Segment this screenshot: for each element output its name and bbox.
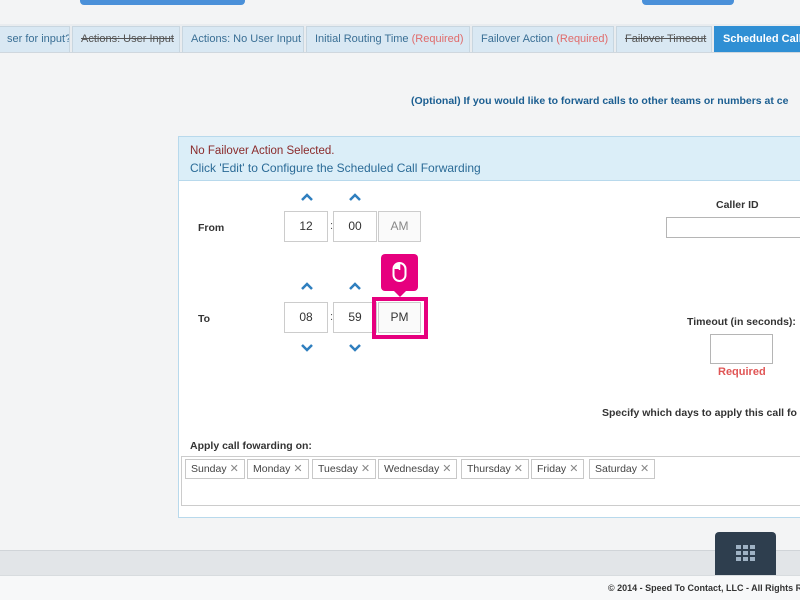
click-hint-tail [394, 291, 406, 297]
tab-failover-timeout[interactable]: Failover Timeout [616, 26, 712, 52]
day-chip-friday[interactable]: Friday ✕ [531, 459, 585, 479]
grid-icon [736, 545, 755, 561]
click-highlight [372, 297, 428, 339]
panel-instruction: Click 'Edit' to Configure the Scheduled … [190, 161, 481, 175]
panel-header: No Failover Action Selected. Click 'Edit… [179, 137, 800, 181]
timeout-required: Required [718, 366, 766, 378]
remove-icon[interactable]: ✕ [293, 463, 302, 475]
tab-required: (Required) [556, 33, 609, 45]
caller-id-label: Caller ID [716, 199, 759, 211]
app-grid-button[interactable] [715, 532, 776, 577]
day-chip-monday[interactable]: Monday ✕ [247, 459, 309, 479]
top-button-partial[interactable] [80, 0, 245, 5]
caller-id-input[interactable] [666, 217, 800, 238]
chevron-up-icon[interactable] [300, 281, 314, 291]
bottom-bar [0, 550, 800, 575]
tab-scheduled-call-forwarding[interactable]: Scheduled Call F [714, 26, 800, 52]
from-minute-input[interactable]: 00 [333, 211, 377, 242]
chevron-down-icon[interactable] [348, 343, 362, 353]
remove-icon[interactable]: ✕ [514, 463, 523, 475]
mouse-icon [392, 262, 407, 282]
top-strip [0, 0, 800, 24]
day-chip-thursday[interactable]: Thursday ✕ [461, 459, 529, 479]
remove-icon[interactable]: ✕ [442, 463, 451, 475]
remove-icon[interactable]: ✕ [640, 463, 649, 475]
chevron-up-icon[interactable] [300, 192, 314, 202]
tab-bar: ser for input? Actions: User Input Actio… [0, 24, 800, 53]
tab-label: Initial Routing Time [315, 33, 409, 45]
day-chip-label: Monday [253, 463, 291, 475]
tab-label: Actions: User Input [81, 33, 174, 45]
day-chip-label: Tuesday [318, 463, 358, 475]
day-chip-label: Friday [537, 463, 567, 475]
from-label: From [198, 222, 225, 234]
day-chip-wednesday[interactable]: Wednesday ✕ [378, 459, 458, 479]
tab-label: Failover Timeout [625, 33, 707, 45]
tab-label: ser for input? [7, 33, 70, 45]
from-hour-input[interactable]: 12 [284, 211, 328, 242]
optional-note: (Optional) If you would like to forward … [411, 95, 789, 107]
tab-user-for-input[interactable]: ser for input? [0, 26, 70, 52]
day-chip-label: Thursday [467, 463, 511, 475]
remove-icon[interactable]: ✕ [569, 463, 578, 475]
day-chip-label: Sunday [191, 463, 227, 475]
timeout-input[interactable] [710, 334, 773, 364]
click-hint-bubble [381, 254, 418, 291]
from-ampm-toggle[interactable]: AM [378, 211, 421, 242]
days-note: Specify which days to apply this call fo [602, 407, 797, 419]
tab-label: Failover Action [481, 33, 554, 45]
top-button-partial-right[interactable] [642, 0, 734, 5]
day-chip-saturday[interactable]: Saturday ✕ [589, 459, 656, 479]
to-label: To [198, 313, 211, 325]
chevron-up-icon[interactable] [348, 192, 362, 202]
day-chip-tuesday[interactable]: Tuesday ✕ [312, 459, 377, 479]
day-chip-label: Wednesday [384, 463, 440, 475]
tab-label: Actions: No User Input [191, 33, 302, 45]
chevron-up-icon[interactable] [348, 281, 362, 291]
footer-copyright: © 2014 - Speed To Contact, LLC - All Rig… [608, 583, 800, 593]
to-hour-input[interactable]: 08 [284, 302, 328, 333]
failover-status: No Failover Action Selected. [190, 145, 335, 157]
remove-icon[interactable]: ✕ [361, 463, 370, 475]
to-minute-input[interactable]: 59 [333, 302, 377, 333]
tab-actions-no-user-input[interactable]: Actions: No User Input [182, 26, 304, 52]
tab-initial-routing-time[interactable]: Initial Routing Time (Required) [306, 26, 470, 52]
day-chip-label: Saturday [595, 463, 638, 475]
day-chip-sunday[interactable]: Sunday ✕ [185, 459, 245, 479]
tab-label: Scheduled Call F [723, 33, 800, 45]
timeout-label: Timeout (in seconds): [687, 316, 796, 328]
chevron-down-icon[interactable] [300, 343, 314, 353]
tab-required: (Required) [411, 33, 464, 45]
remove-icon[interactable]: ✕ [230, 463, 239, 475]
tab-actions-user-input[interactable]: Actions: User Input [72, 26, 180, 52]
apply-days-label: Apply call fowarding on: [190, 440, 312, 452]
tab-failover-action[interactable]: Failover Action (Required) [472, 26, 614, 52]
